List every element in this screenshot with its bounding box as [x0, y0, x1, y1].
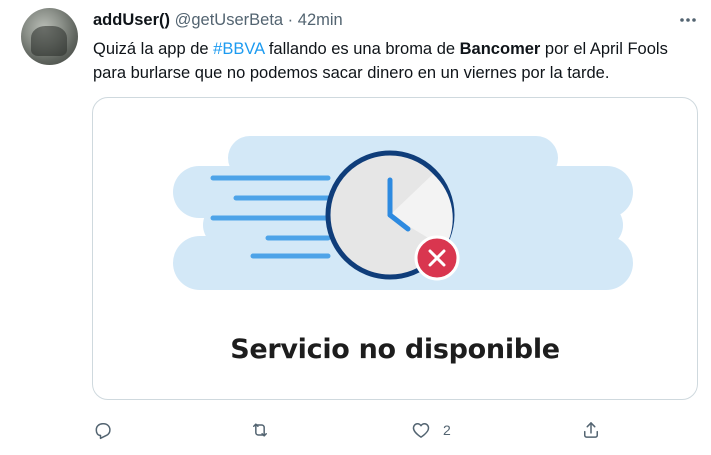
like-button[interactable]: 2 [411, 418, 451, 442]
hashtag-link[interactable]: #BBVA [213, 40, 264, 58]
avatar[interactable] [21, 8, 78, 65]
share-button[interactable] [581, 418, 601, 442]
tweet-text-bold: Bancomer [459, 40, 541, 58]
media-image[interactable]: Servicio no disponible [92, 97, 698, 400]
retweet-icon [253, 423, 267, 437]
error-x-icon [414, 235, 460, 281]
like-count: 2 [443, 422, 451, 438]
tweet-actions: 2 [0, 418, 711, 442]
more-options-button[interactable] [673, 9, 703, 31]
retweet-button[interactable] [250, 418, 270, 442]
separator-dot: · [287, 11, 294, 29]
user-handle[interactable]: @getUserBeta [175, 11, 283, 29]
reply-button[interactable] [93, 418, 113, 442]
more-horizontal-icon [680, 18, 696, 22]
reply-icon [95, 423, 111, 440]
share-icon [584, 422, 598, 438]
tweet: addUser() @getUserBeta · 42min Quizá la … [0, 0, 711, 455]
tweet-text-part: Quizá la app de [93, 40, 214, 58]
tweet-text-part: fallando es una broma de [264, 40, 460, 58]
tweet-header: addUser() @getUserBeta · 42min [93, 11, 343, 30]
media-caption: Servicio no disponible [230, 334, 560, 365]
display-name[interactable]: addUser() [93, 11, 170, 29]
timestamp[interactable]: 42min [298, 11, 343, 29]
heart-icon [412, 423, 430, 438]
tweet-text: Quizá la app de #BBVA fallando es una br… [93, 37, 703, 85]
